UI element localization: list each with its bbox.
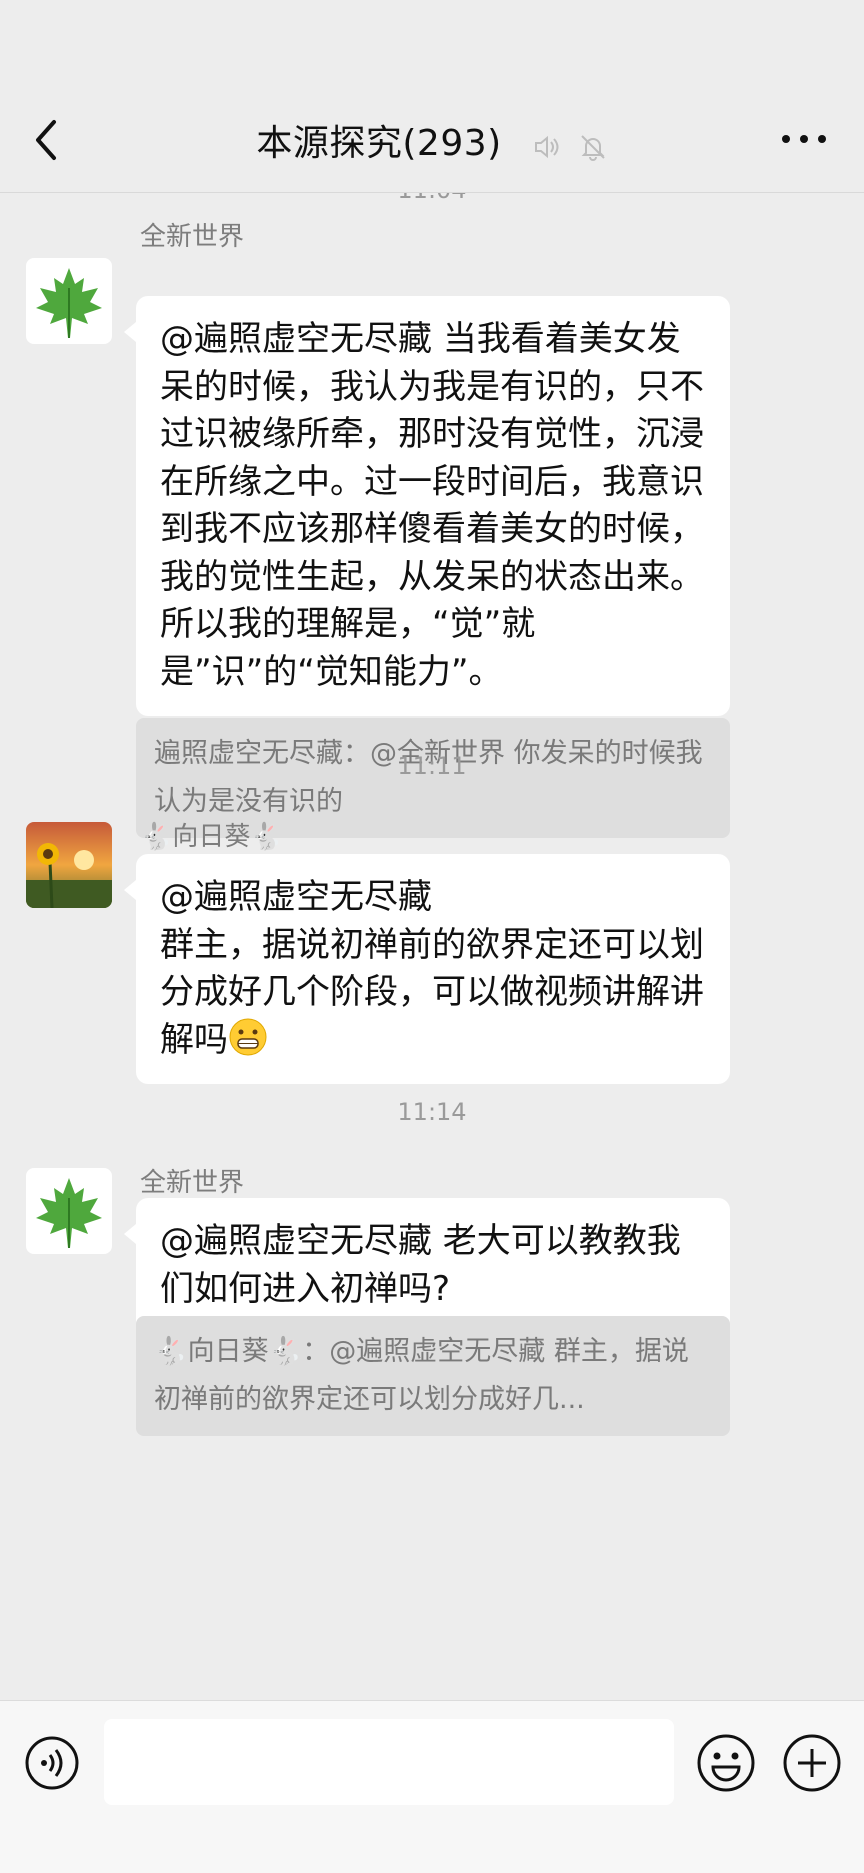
sender-name: 🐇向日葵🐇 (140, 822, 283, 852)
avatar[interactable] (26, 258, 112, 344)
voice-icon[interactable] (24, 1735, 80, 1791)
timestamp: 11:11 (397, 752, 467, 780)
quoted-message[interactable]: 🐇向日葵🐇：@遍照虚空无尽藏 群主，据说初禅前的欲界定还可以划分成好几... (136, 1316, 730, 1436)
chat-title[interactable]: 本源探究(293) (256, 123, 501, 164)
chat-title-row: 本源探究(293) (0, 114, 864, 166)
sender-name: 全新世界 (140, 1168, 245, 1198)
sender-name: 全新世界 (140, 222, 245, 252)
bell-off-icon (580, 134, 605, 161)
message-text: @遍照虚空无尽藏 老大可以教教我们如何进入初禅吗? (160, 1221, 681, 1309)
maple-leaf-avatar (26, 1168, 112, 1254)
timestamp: 11:14 (397, 1098, 467, 1126)
maple-leaf-avatar (26, 258, 112, 344)
message-bubble[interactable]: @遍照虚空无尽藏 当我看着美女发呆的时候，我认为我是有识的，只不过识被缘所牵，那… (124, 296, 730, 716)
message-bubble[interactable]: @遍照虚空无尽藏 老大可以教教我们如何进入初禅吗? (124, 1198, 730, 1333)
chat-header: 本源探究(293) (0, 0, 864, 193)
emoji-icon[interactable] (696, 1733, 756, 1793)
grinning-face-icon (229, 1018, 267, 1055)
message-text: @遍照虚空无尽藏 当我看着美女发呆的时候，我认为我是有识的，只不过识被缘所牵，那… (160, 319, 704, 692)
timestamp: 11:04 (0, 192, 864, 204)
avatar[interactable] (26, 1168, 112, 1254)
message-list[interactable]: 11:04 全新世界 @遍照虚空无尽藏 当我看着美女发呆的时候，我认为我是有识的… (0, 192, 864, 1700)
sunflower-avatar (26, 822, 112, 908)
avatar[interactable] (26, 822, 112, 908)
message-input[interactable] (104, 1719, 674, 1805)
message-bubble[interactable]: @遍照虚空无尽藏 群主，据说初禅前的欲界定还可以划分成好几个阶段，可以做视频讲解… (124, 854, 730, 1084)
input-bar (0, 1700, 864, 1873)
quote-text: 🐇向日葵🐇：@遍照虚空无尽藏 群主，据说初禅前的欲界定还可以划分成好几... (154, 1336, 689, 1415)
message-text-mention: @遍照虚空无尽藏 (160, 877, 432, 917)
plus-icon[interactable] (782, 1733, 842, 1793)
more-dots-icon[interactable] (780, 126, 828, 152)
muted-speaker-icon (534, 135, 559, 158)
